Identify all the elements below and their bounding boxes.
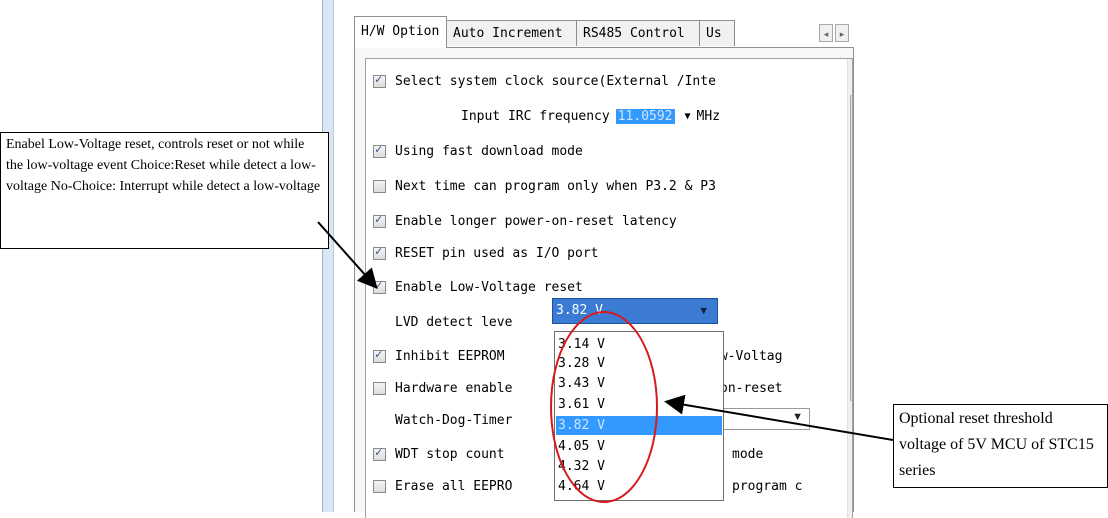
annotation-arrows [317, 221, 894, 441]
arrow-left [317, 221, 378, 289]
arrow-right [664, 394, 894, 441]
